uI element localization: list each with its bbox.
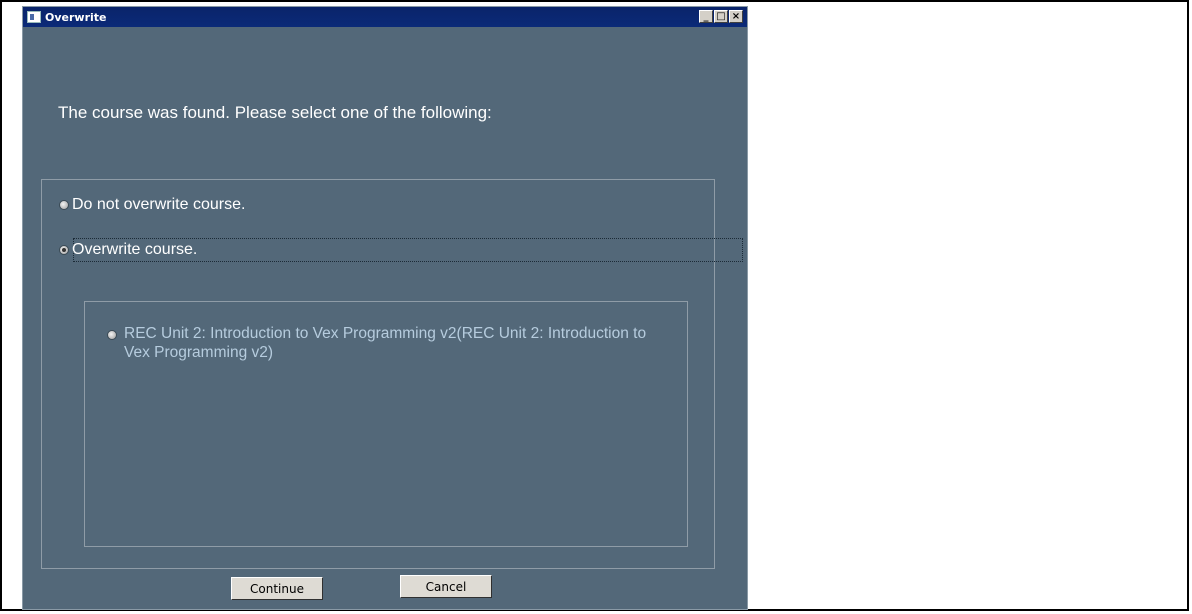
window-controls: _ □ × — [699, 10, 743, 23]
minimize-button[interactable]: _ — [699, 10, 713, 23]
option-do-not-overwrite[interactable]: Do not overwrite course. — [59, 196, 245, 214]
radio-icon[interactable] — [107, 330, 117, 340]
maximize-button[interactable]: □ — [714, 10, 728, 23]
option-overwrite[interactable]: Overwrite course. — [59, 241, 197, 259]
option-label: Do not overwrite course. — [72, 196, 246, 213]
radio-selected-icon[interactable] — [59, 245, 69, 255]
window-title: Overwrite — [45, 10, 107, 24]
dialog-heading: The course was found. Please select one … — [58, 103, 492, 122]
course-list-group: REC Unit 2: Introduction to Vex Programm… — [84, 301, 688, 547]
radio-icon[interactable] — [59, 200, 69, 210]
app-icon — [27, 11, 41, 23]
course-option[interactable]: REC Unit 2: Introduction to Vex Programm… — [107, 324, 667, 362]
close-button[interactable]: × — [729, 10, 743, 23]
overwrite-dialog: Overwrite _ □ × The course was found. Pl… — [22, 6, 748, 610]
course-label: REC Unit 2: Introduction to Vex Programm… — [124, 325, 647, 361]
option-label: Overwrite course. — [72, 241, 198, 258]
continue-button[interactable]: Continue — [231, 577, 323, 600]
cancel-button[interactable]: Cancel — [400, 575, 492, 598]
title-bar[interactable]: Overwrite _ □ × — [23, 7, 747, 27]
